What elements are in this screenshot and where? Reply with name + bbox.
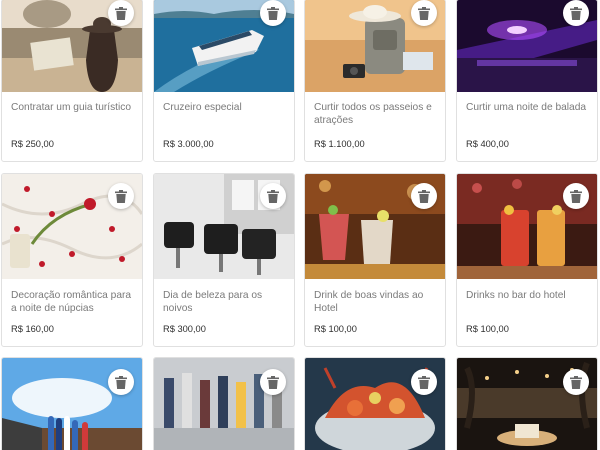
product-title: Cruzeiro especial <box>163 102 242 113</box>
trash-icon <box>570 189 582 203</box>
gift-list-grid: Contratar um guia turístico R$ 250,00 Cr… <box>0 0 600 450</box>
trash-icon <box>570 6 582 20</box>
product-card[interactable]: Contratar um guia turístico R$ 250,00 <box>1 0 143 162</box>
trash-icon <box>267 375 279 389</box>
product-card[interactable] <box>1 357 143 450</box>
product-title: Drinks no bar do hotel <box>466 290 566 301</box>
delete-button[interactable] <box>563 369 589 395</box>
delete-button[interactable] <box>260 183 286 209</box>
product-card[interactable]: Curtir todos os passeios e atrações R$ 1… <box>304 0 446 162</box>
delete-button[interactable] <box>411 0 437 26</box>
trash-icon <box>267 189 279 203</box>
delete-button[interactable] <box>411 183 437 209</box>
delete-button[interactable] <box>108 0 134 26</box>
trash-icon <box>418 375 430 389</box>
product-price: R$ 1.100,00 <box>314 139 365 149</box>
delete-button[interactable] <box>563 0 589 26</box>
product-price: R$ 3.000,00 <box>163 139 214 149</box>
product-price: R$ 100,00 <box>314 324 357 334</box>
delete-button[interactable] <box>411 369 437 395</box>
product-title: Drink de boas vindas ao Hotel <box>314 290 424 314</box>
trash-icon <box>115 189 127 203</box>
trash-icon <box>418 6 430 20</box>
product-card[interactable]: Cruzeiro especial R$ 3.000,00 <box>153 0 295 162</box>
product-price: R$ 400,00 <box>466 139 509 149</box>
product-price: R$ 250,00 <box>11 139 54 149</box>
product-card[interactable] <box>456 357 598 450</box>
product-card[interactable]: Dia de beleza para os noivos R$ 300,00 <box>153 173 295 347</box>
product-title: Dia de beleza para os noivos <box>163 290 263 314</box>
trash-icon <box>418 189 430 203</box>
delete-button[interactable] <box>260 0 286 26</box>
product-card[interactable]: Drink de boas vindas ao Hotel R$ 100,00 <box>304 173 446 347</box>
product-title: Curtir uma noite de balada <box>466 102 587 113</box>
product-title: Decoração romântica para a noite de núpc… <box>11 290 132 314</box>
trash-icon <box>570 375 582 389</box>
trash-icon <box>115 6 127 20</box>
product-price: R$ 160,00 <box>11 324 54 334</box>
product-price: R$ 300,00 <box>163 324 206 334</box>
trash-icon <box>267 6 279 20</box>
product-card[interactable]: Drinks no bar do hotel R$ 100,00 <box>456 173 598 347</box>
product-card[interactable]: Curtir uma noite de balada R$ 400,00 <box>456 0 598 162</box>
product-card[interactable] <box>153 357 295 450</box>
product-card[interactable]: Decoração romântica para a noite de núpc… <box>1 173 143 347</box>
delete-button[interactable] <box>108 183 134 209</box>
trash-icon <box>115 375 127 389</box>
product-title: Curtir todos os passeios e atrações <box>314 102 432 126</box>
delete-button[interactable] <box>563 183 589 209</box>
delete-button[interactable] <box>260 369 286 395</box>
delete-button[interactable] <box>108 369 134 395</box>
product-card[interactable] <box>304 357 446 450</box>
product-price: R$ 100,00 <box>466 324 509 334</box>
product-title: Contratar um guia turístico <box>11 102 132 113</box>
